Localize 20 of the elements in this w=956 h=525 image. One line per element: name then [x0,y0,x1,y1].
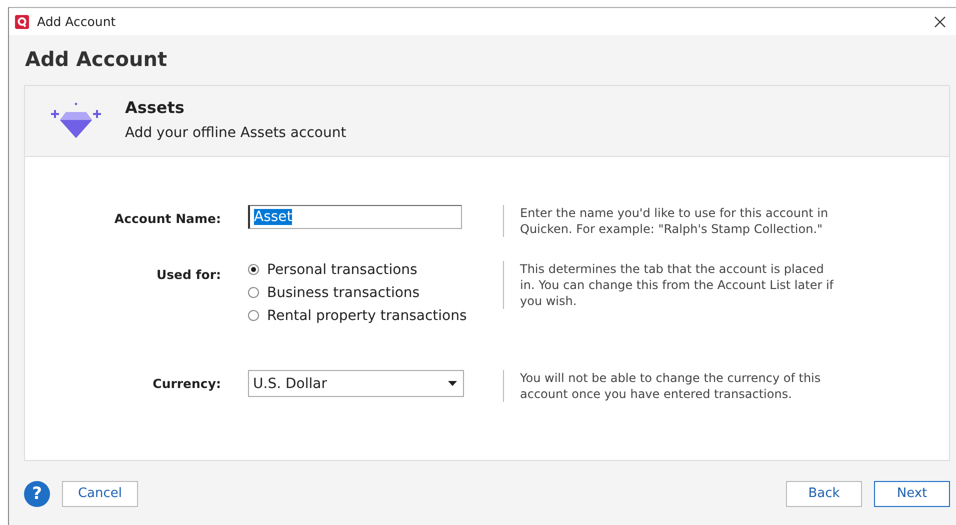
help-text: You will not be able to change the currency of this account once you have entered transactions. [503,370,840,402]
diamond-icon [49,102,103,140]
currency-dropdown[interactable]: U.S. Dollar [248,370,464,397]
field-label: Currency: [152,375,222,393]
window-title: Add Account [37,14,117,29]
back-button[interactable]: Back [786,480,862,506]
account-type-title: Assets [125,98,186,117]
account-type-subtitle: Add your offline Assets account [125,125,346,141]
field-label: Used for: [155,266,222,284]
close-icon[interactable] [934,16,946,28]
account-name-field[interactable]: Asset [248,205,462,229]
next-button[interactable]: Next [874,480,950,506]
help-text: This determines the tab that the account is placed in. You can change this from the Account List later if you wish. [503,261,840,309]
cancel-button[interactable]: Cancel [62,480,138,506]
help-text: Enter the name you'd like to use for this account in Quicken. For example: "Ralph's Stamp Collection." [503,205,840,237]
help-button[interactable]: ? [24,480,50,506]
app-logo-icon [15,14,29,28]
dialog-heading: Add Account [24,46,168,73]
caret-icon [448,381,457,386]
field-label: Account Name: [113,210,222,228]
